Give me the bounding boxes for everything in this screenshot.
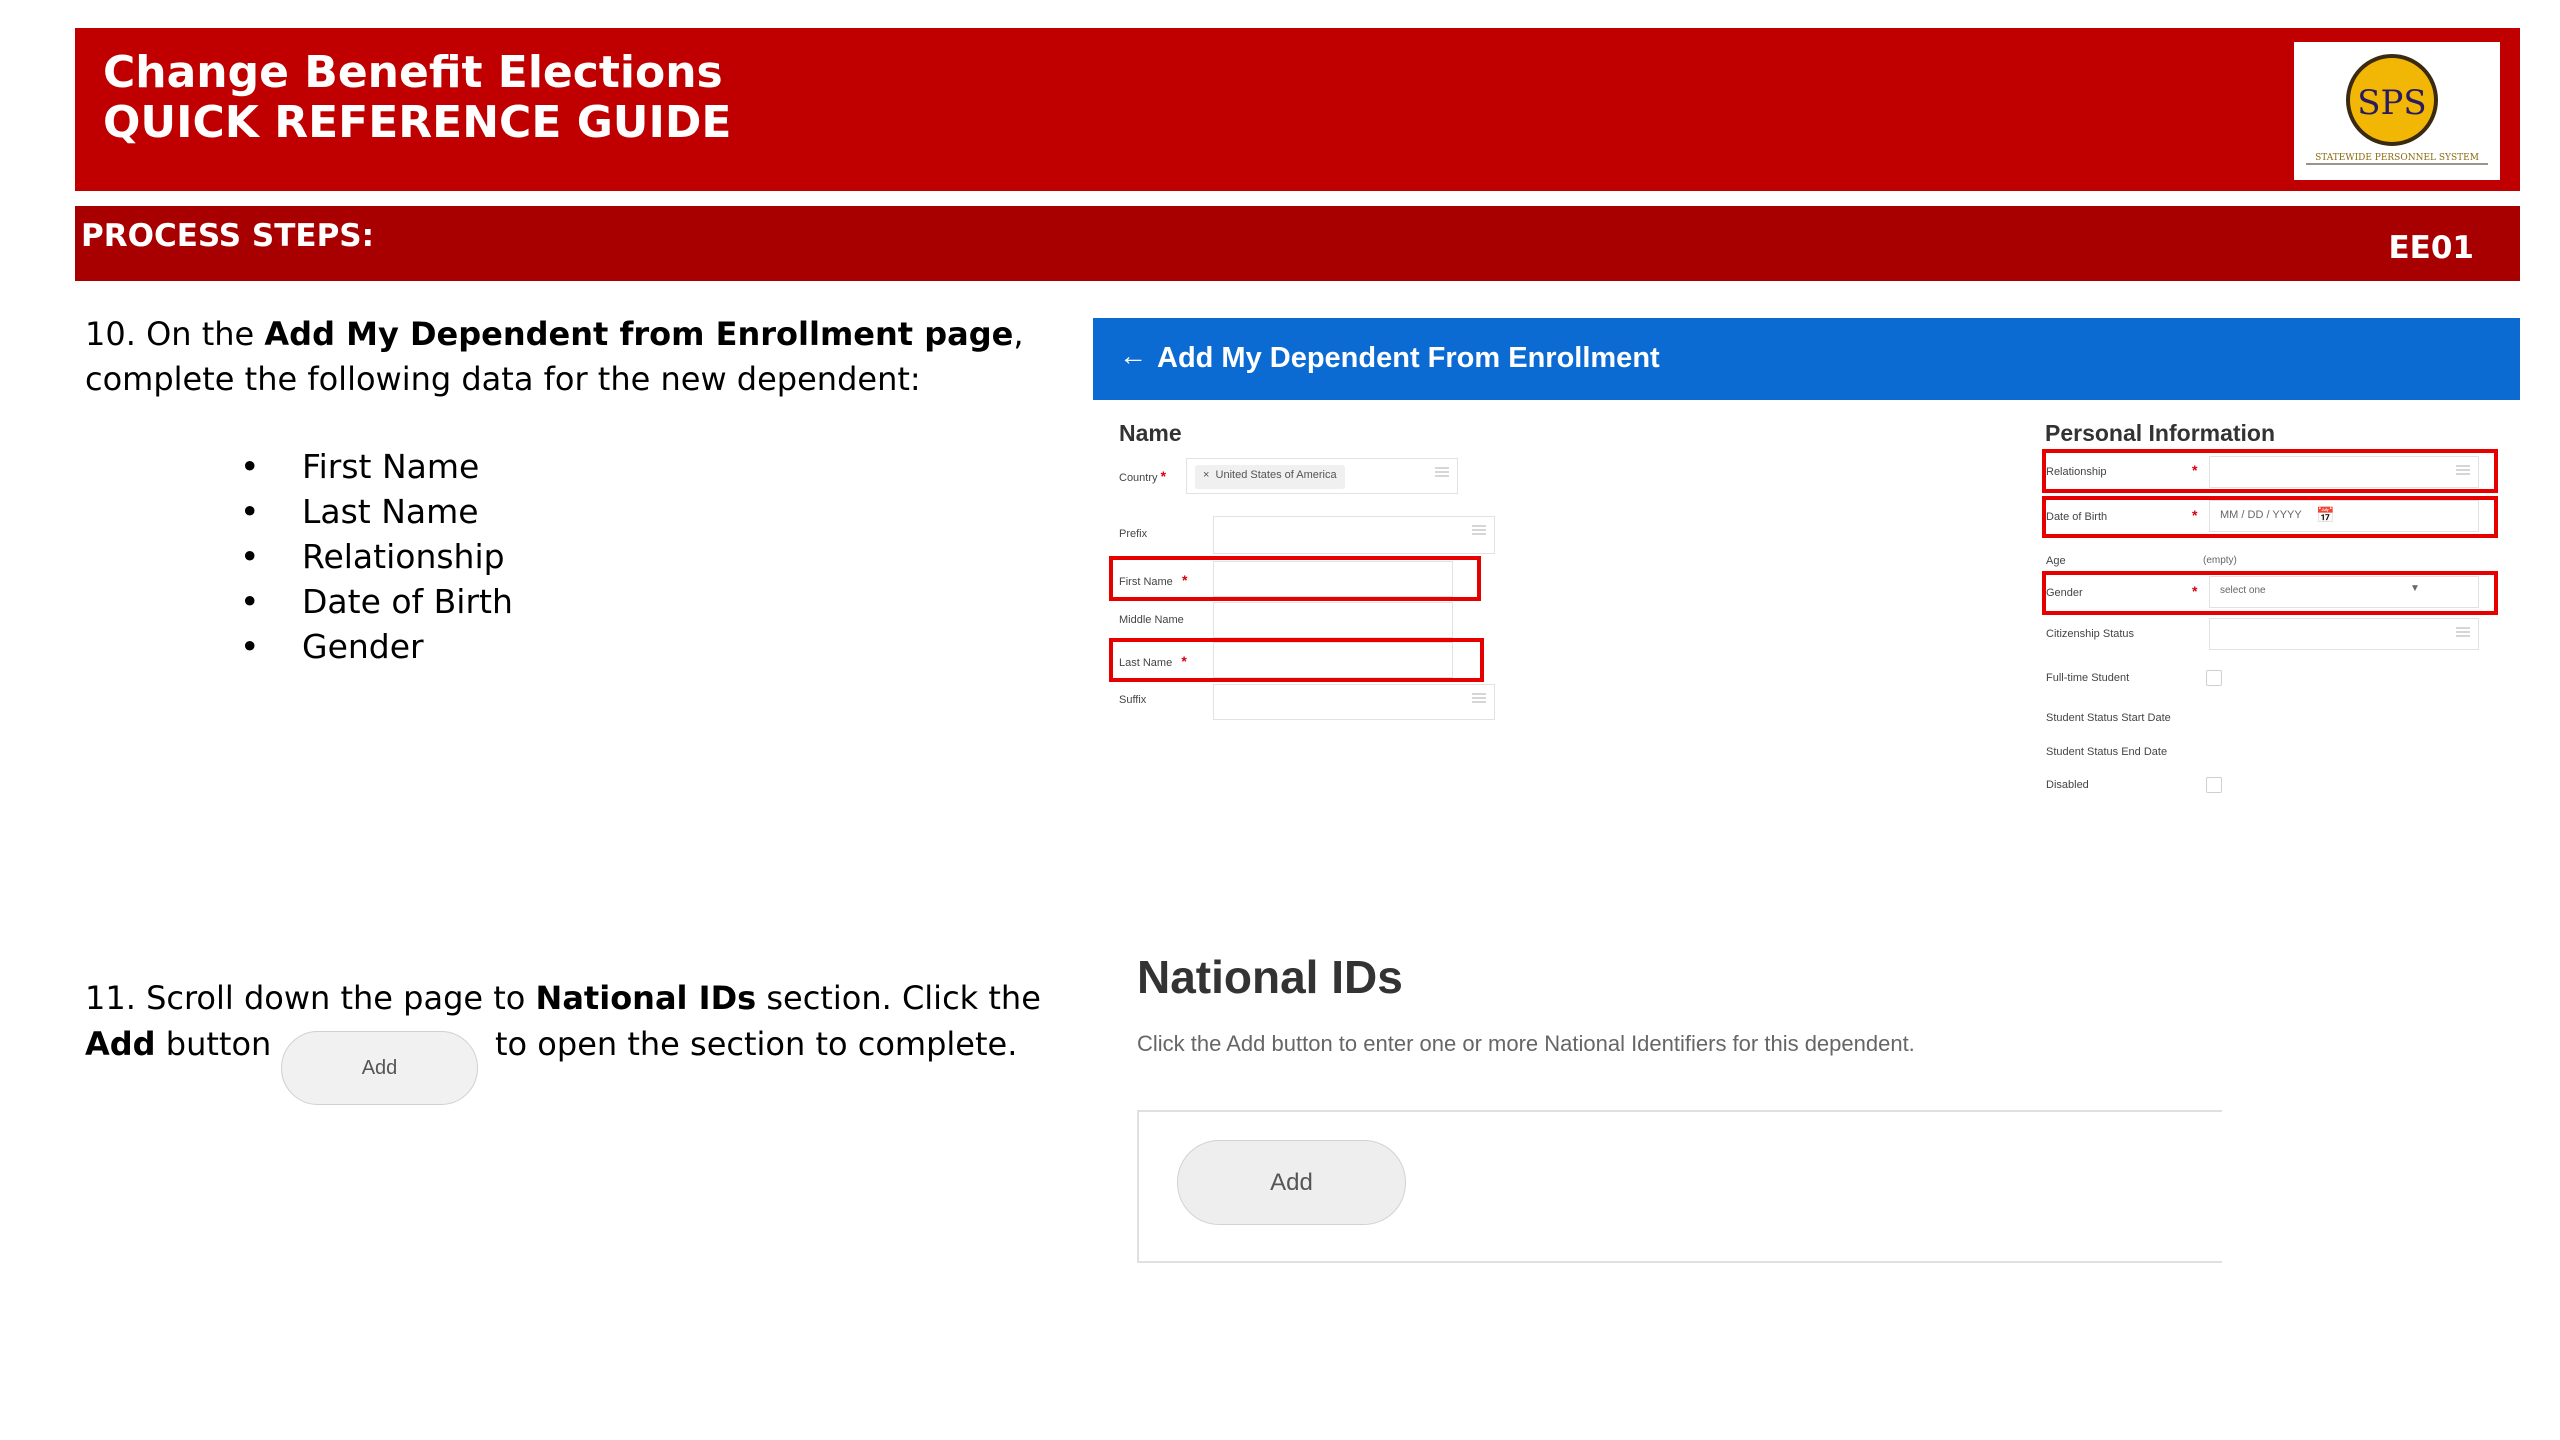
country-field[interactable]: × United States of America <box>1186 458 1458 494</box>
step-11-number: 11. <box>85 979 136 1017</box>
disabled-label: Disabled <box>2046 779 2089 791</box>
middle-name-input[interactable] <box>1213 602 1453 638</box>
list-item: Gender <box>240 624 513 669</box>
gender-highlight <box>2042 571 2498 615</box>
step-11-section-name: National IDs <box>535 979 757 1017</box>
last-name-highlight <box>1109 638 1484 682</box>
list-icon <box>2456 627 2470 637</box>
add-dependent-screenshot: ← Add My Dependent From Enrollment Name … <box>1093 318 2520 818</box>
list-icon <box>1472 693 1486 703</box>
doc-code: EE01 <box>2388 230 2475 266</box>
prefix-field[interactable] <box>1213 516 1495 554</box>
fulltime-label: Full-time Student <box>2046 672 2130 684</box>
step-10-text: 10. On the Add My Dependent from Enrollm… <box>85 312 1045 402</box>
name-section-title: Name <box>1119 420 1182 446</box>
step-11-button-word: button <box>165 1025 272 1063</box>
step-11-click: section. Click the <box>766 979 1041 1017</box>
step-11-intro: Scroll down the page to <box>146 979 526 1017</box>
national-ids-add-button[interactable]: Add <box>1177 1140 1406 1225</box>
header-banner: Change Benefit Elections QUICK REFERENCE… <box>75 28 2520 191</box>
list-item: First Name <box>240 444 513 489</box>
logo-caption: STATEWIDE PERSONNEL SYSTEM <box>2315 153 2479 163</box>
student-end-label: Student Status End Date <box>2046 746 2168 758</box>
inline-add-button[interactable]: Add <box>281 1031 478 1105</box>
student-start-label: Student Status Start Date <box>2046 712 2171 724</box>
national-ids-title: National IDs <box>1137 951 1403 1003</box>
suffix-field[interactable] <box>1213 684 1495 720</box>
list-icon <box>1472 525 1486 535</box>
citizenship-label: Citizenship Status <box>2046 628 2135 640</box>
suffix-label: Suffix <box>1119 694 1147 706</box>
middle-name-label: Middle Name <box>1119 614 1184 626</box>
step-11-line2: Add button <box>85 1022 271 1067</box>
sps-logo: SPS STATEWIDE PERSONNEL SYSTEM <box>2294 42 2500 180</box>
fulltime-checkbox[interactable] <box>2206 670 2222 686</box>
title-line-2: QUICK REFERENCE GUIDE <box>103 97 732 148</box>
page-title: Change Benefit Elections QUICK REFERENCE… <box>103 48 731 148</box>
process-steps-bar: PROCESS STEPS: EE01 <box>75 206 2520 281</box>
list-icon <box>1435 467 1449 477</box>
title-line-1: Change Benefit Elections <box>103 47 723 98</box>
personal-info-title: Personal Information <box>2045 420 2276 446</box>
step-10-intro: On the <box>146 315 255 353</box>
citizenship-field[interactable] <box>2209 618 2479 650</box>
age-value: (empty) <box>2203 555 2237 566</box>
national-ids-description: Click the Add button to enter one or mor… <box>1137 1031 1915 1056</box>
dependent-header: ← Add My Dependent From Enrollment <box>1093 318 2520 400</box>
back-arrow-icon[interactable]: ← <box>1119 340 1147 372</box>
disabled-checkbox[interactable] <box>2206 777 2222 793</box>
dependent-header-title: Add My Dependent From Enrollment <box>1157 342 1660 374</box>
prefix-label: Prefix <box>1119 528 1148 540</box>
step-10-number: 10. <box>85 315 136 353</box>
date-of-birth-highlight <box>2042 496 2498 538</box>
step-11-line2-end: to open the section to complete. <box>495 1025 1018 1063</box>
list-item: Last Name <box>240 489 513 534</box>
step-11-text: 11. Scroll down the page to National IDs… <box>85 976 1065 1021</box>
list-item: Relationship <box>240 534 513 579</box>
logo-letters: SPS <box>2357 83 2426 123</box>
age-label: Age <box>2046 555 2066 567</box>
step-11-add-word: Add <box>85 1025 156 1063</box>
relationship-highlight <box>2042 449 2498 493</box>
required-fields-list: First Name Last Name Relationship Date o… <box>240 444 513 669</box>
list-item: Date of Birth <box>240 579 513 624</box>
first-name-highlight <box>1109 556 1481 601</box>
process-steps-label: PROCESS STEPS: <box>81 218 375 254</box>
country-chip[interactable]: × United States of America <box>1195 465 1345 489</box>
sps-logo-icon: SPS STATEWIDE PERSONNEL SYSTEM <box>2306 54 2488 165</box>
step-10-page-name: Add My Dependent from Enrollment page <box>264 315 1014 353</box>
country-label: Country * <box>1119 468 1167 484</box>
